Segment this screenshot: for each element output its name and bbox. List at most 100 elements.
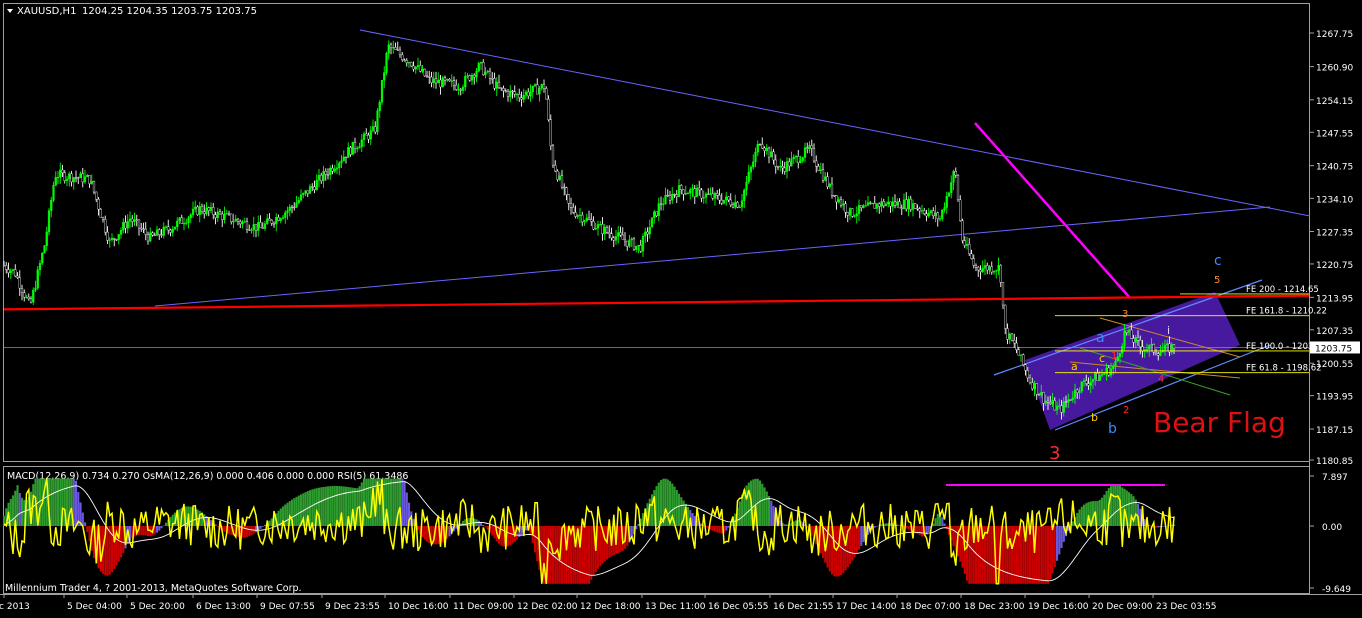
candle-bull xyxy=(790,158,793,167)
candle-bull xyxy=(747,172,750,183)
candle-bear xyxy=(101,217,105,220)
candle-bear xyxy=(1069,399,1072,401)
candle-bull xyxy=(302,192,305,196)
candle-bull xyxy=(965,243,969,246)
candle-bear xyxy=(833,195,836,197)
current-price-label: 1203.75 xyxy=(1315,344,1352,354)
candle-bull xyxy=(1127,329,1131,333)
macd-bar xyxy=(1042,526,1045,584)
candle-bear xyxy=(986,265,989,271)
candle-bull xyxy=(173,226,177,230)
candle-bull xyxy=(281,217,285,219)
macd-bar xyxy=(725,526,728,531)
candle-bear xyxy=(214,214,217,219)
macd-bar xyxy=(329,486,332,526)
candle-bull xyxy=(243,221,246,223)
candle-bull xyxy=(792,156,795,160)
candle-bear xyxy=(396,49,399,51)
candle-bear xyxy=(914,203,917,209)
candle-bear xyxy=(810,145,813,149)
candle-bull xyxy=(110,238,114,240)
wave-label: b xyxy=(1091,411,1098,424)
candle-bear xyxy=(290,206,294,208)
time-tick-label: 17 Dec 14:00 xyxy=(836,602,897,612)
candle-bull xyxy=(558,175,561,180)
candle-bull xyxy=(295,202,298,208)
candle-bull xyxy=(383,72,386,81)
symbol-label: XAUUSD,H1 xyxy=(17,6,76,17)
candle-bear xyxy=(97,199,100,210)
candle-bear xyxy=(196,206,199,215)
indicator-tick-label: 7.897 xyxy=(1322,473,1348,483)
candle-bear xyxy=(77,177,80,179)
macd-bar xyxy=(144,526,147,536)
candle-bear xyxy=(452,80,456,86)
candle-bear xyxy=(1010,333,1014,341)
macd-bar xyxy=(1060,526,1063,549)
candle-bear xyxy=(365,133,368,136)
candle-bull xyxy=(871,202,874,205)
candle-bull xyxy=(50,199,53,211)
macd-bar xyxy=(311,489,314,526)
candle-bull xyxy=(117,234,120,240)
candle-bear xyxy=(758,143,762,146)
macd-bar xyxy=(1098,499,1101,526)
candle-bull xyxy=(934,212,937,217)
candle-bear xyxy=(563,186,566,189)
bear-flag-annotation: Bear Flag xyxy=(1153,406,1286,439)
macd-bar xyxy=(84,522,87,526)
wave-label: 1 xyxy=(1111,351,1117,362)
macd-bar xyxy=(1020,526,1023,584)
macd-bar xyxy=(12,495,15,526)
candle-bull xyxy=(911,203,915,210)
candle-bear xyxy=(18,277,21,289)
candle-bull xyxy=(630,238,633,241)
macd-bar xyxy=(657,482,660,526)
candle-bear xyxy=(893,201,897,206)
candle-bull xyxy=(929,210,933,214)
candle-bull xyxy=(635,245,638,250)
candle-bull xyxy=(644,231,647,237)
macd-bar xyxy=(59,478,62,526)
candle-bear xyxy=(918,208,921,212)
candle-bull xyxy=(421,68,424,72)
candle-bear xyxy=(977,267,980,271)
candle-bear xyxy=(727,196,730,201)
macd-bar xyxy=(111,526,114,573)
candle-bear xyxy=(554,164,557,172)
time-tick-label: 12 Dec 02:00 xyxy=(517,602,578,612)
candle-bear xyxy=(547,98,550,120)
candle-bull xyxy=(992,271,996,273)
macd-bar xyxy=(849,526,852,564)
candle-bear xyxy=(180,217,183,224)
candle-bear xyxy=(403,59,406,61)
candle-bull xyxy=(738,206,741,209)
macd-bar xyxy=(405,492,408,526)
candle-bull xyxy=(185,222,188,224)
candle-bear xyxy=(666,194,669,197)
candle-bear xyxy=(1130,329,1133,339)
candle-bear xyxy=(581,214,584,223)
candle-bear xyxy=(394,47,397,50)
time-tick-label: 12 Dec 18:00 xyxy=(580,602,641,612)
candle-bull xyxy=(522,95,525,100)
wave-label: c xyxy=(1214,253,1222,269)
candle-bull xyxy=(329,167,332,176)
macd-bar xyxy=(828,526,831,572)
candle-bear xyxy=(889,201,892,207)
macd-bar xyxy=(484,526,487,528)
candle-bull xyxy=(853,215,856,217)
candle-bull xyxy=(920,210,924,212)
candle-bull xyxy=(1044,400,1047,404)
price-tick-label: 1254.15 xyxy=(1316,97,1353,107)
candle-bear xyxy=(520,97,523,100)
candle-bear xyxy=(999,265,1002,283)
candle-bull xyxy=(907,198,910,210)
macd-bar xyxy=(678,493,681,526)
macd-bar xyxy=(16,485,19,526)
macd-bar xyxy=(423,526,426,540)
candle-bear xyxy=(212,207,215,215)
time-tick-label: 9 Dec 07:55 xyxy=(260,602,315,612)
candle-bull xyxy=(862,205,865,208)
candle-bull xyxy=(252,224,255,231)
